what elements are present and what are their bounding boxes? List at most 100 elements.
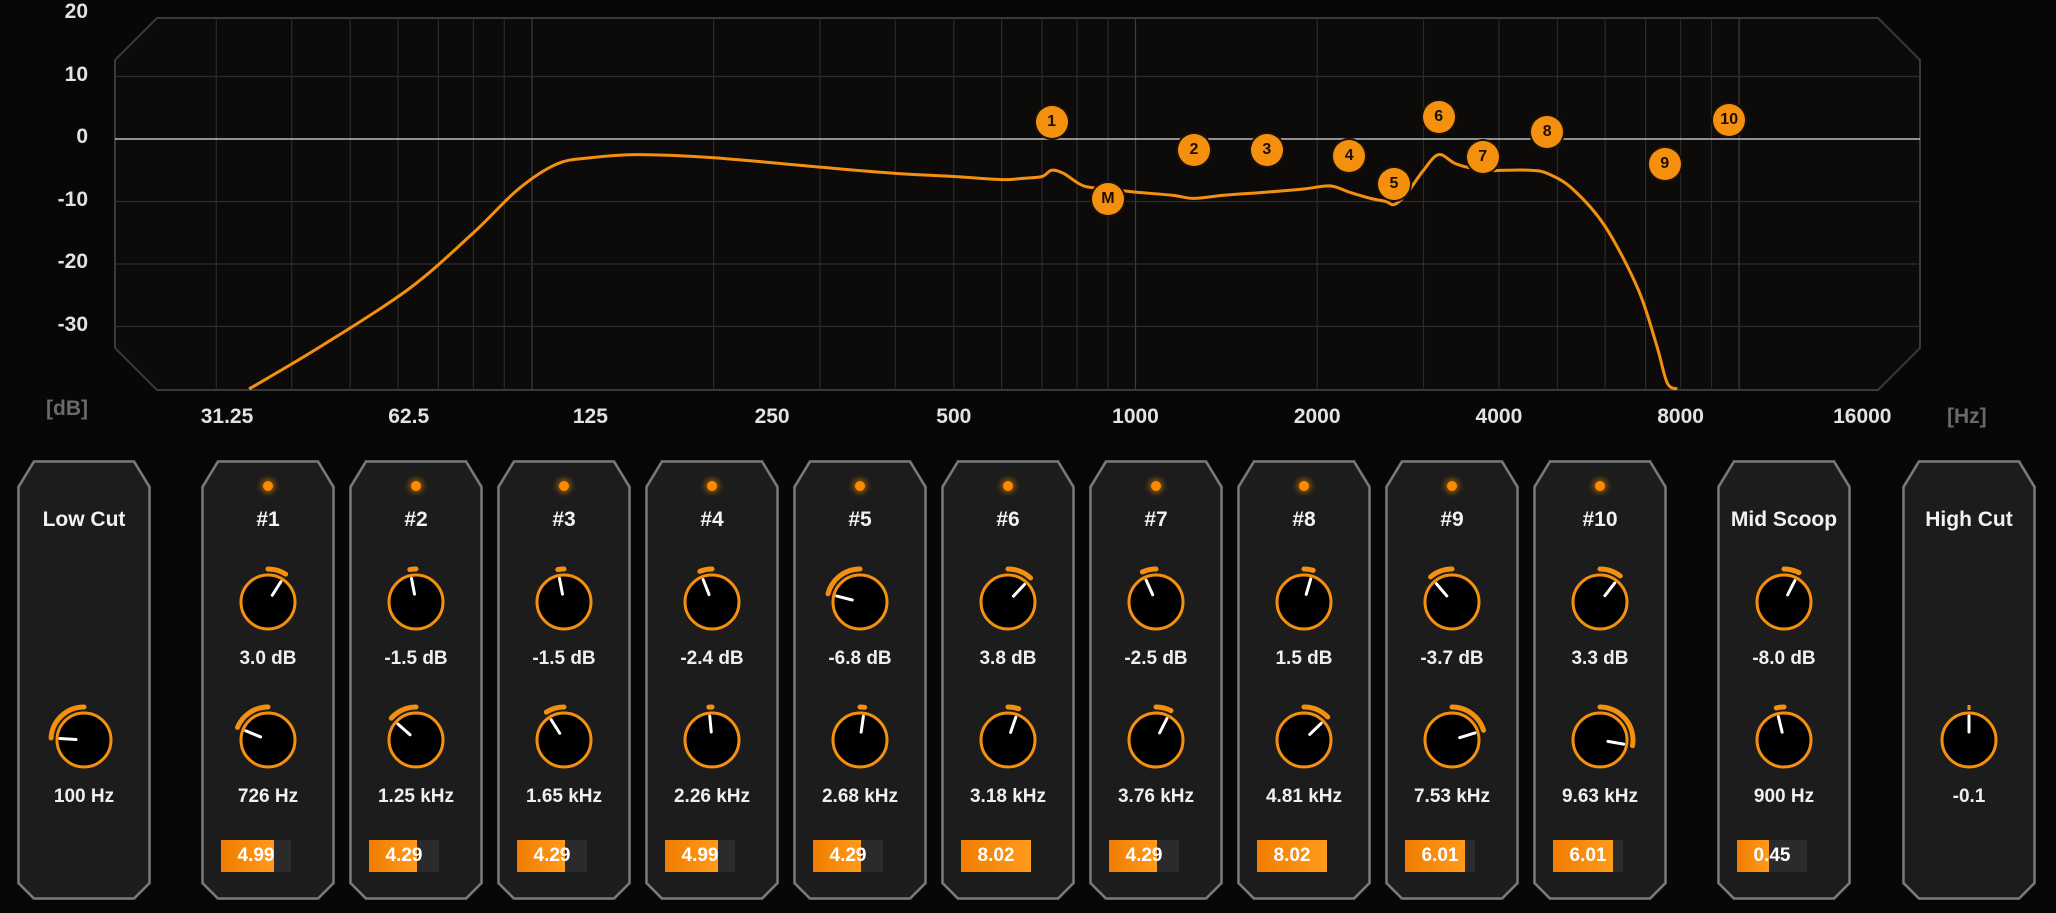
knob-arc <box>1781 566 1802 576</box>
knob-body <box>683 711 741 769</box>
q-value: 4.29 <box>385 845 423 866</box>
frequency-knob[interactable] <box>380 704 452 776</box>
band-active-led[interactable] <box>559 481 569 491</box>
knob-body <box>1755 711 1813 769</box>
band-active-led[interactable] <box>855 481 865 491</box>
frequency-value: 9.63 kHz <box>1561 786 1639 807</box>
x-tick-label: 16000 <box>1833 405 1892 428</box>
frequency-value: 100 Hz <box>53 786 115 807</box>
band-marker-3[interactable]: 3 <box>1250 134 1283 167</box>
band-active-led[interactable] <box>411 481 421 491</box>
band-marker-4[interactable]: 4 <box>1333 140 1366 172</box>
band-marker-6[interactable]: 6 <box>1422 101 1455 134</box>
strip-title: #6 <box>996 508 1020 531</box>
frequency-value: 900 Hz <box>1753 786 1815 807</box>
band-active-led[interactable] <box>1447 481 1457 491</box>
band-active-led[interactable] <box>263 481 273 491</box>
strip-title: High Cut <box>1925 508 2013 531</box>
frequency-value: 7.53 kHz <box>1413 786 1491 807</box>
strip-title: #7 <box>1144 508 1168 531</box>
x-tick-label: 125 <box>572 405 608 428</box>
gain-knob[interactable] <box>528 566 600 638</box>
strip-title: #8 <box>1292 508 1316 531</box>
q-value: 8.02 <box>1273 845 1311 866</box>
knob-body <box>979 573 1037 631</box>
knob-pointer <box>708 714 713 734</box>
knob-body <box>1275 573 1333 631</box>
q-slider[interactable]: 4.29 <box>369 840 439 872</box>
q-slider[interactable]: 4.99 <box>221 840 291 872</box>
band-marker-5[interactable]: 5 <box>1377 167 1410 200</box>
knob-body <box>239 573 297 631</box>
strip-title: #10 <box>1582 508 1618 531</box>
frequency-knob[interactable] <box>1120 704 1192 776</box>
band-active-led[interactable] <box>1003 481 1013 491</box>
frequency-knob[interactable] <box>1564 704 1636 776</box>
q-slider[interactable]: 8.02 <box>961 840 1031 872</box>
knob-body <box>831 711 889 769</box>
gain-value: -2.4 dB <box>680 648 744 669</box>
frequency-value: -0.1 <box>1952 786 1986 807</box>
knob-body <box>1755 573 1813 631</box>
gain-knob[interactable] <box>1416 566 1488 638</box>
band-marker-2[interactable]: 2 <box>1177 134 1210 167</box>
gain-knob[interactable] <box>676 566 748 638</box>
band-active-led[interactable] <box>1151 481 1161 491</box>
band-marker-1[interactable]: 1 <box>1035 106 1068 139</box>
knob-arc <box>1301 566 1316 573</box>
gain-knob[interactable] <box>1120 566 1192 638</box>
frequency-knob[interactable] <box>1416 704 1488 776</box>
band-marker-m[interactable]: M <box>1091 183 1124 215</box>
knob-pointer <box>58 736 78 741</box>
x-tick-label: 8000 <box>1657 405 1704 428</box>
gain-knob[interactable] <box>1564 566 1636 638</box>
low-cut-knob[interactable] <box>48 704 120 776</box>
knob-body <box>1571 573 1629 631</box>
gain-knob[interactable] <box>232 566 304 638</box>
frequency-knob[interactable] <box>1748 704 1820 776</box>
band-marker-9[interactable]: 9 <box>1648 148 1681 181</box>
knob-arc <box>697 566 715 574</box>
band-active-led[interactable] <box>1299 481 1309 491</box>
frequency-knob[interactable] <box>232 704 304 776</box>
gain-knob[interactable] <box>1748 566 1820 638</box>
band-marker-8[interactable]: 8 <box>1531 115 1564 148</box>
frequency-knob[interactable] <box>676 704 748 776</box>
x-unit-label: [Hz] <box>1947 405 1987 428</box>
y-tick-label: -20 <box>57 250 88 273</box>
gain-value: -2.5 dB <box>1124 648 1188 669</box>
q-slider[interactable]: 4.29 <box>813 840 883 872</box>
gain-knob[interactable] <box>972 566 1044 638</box>
band-marker-7[interactable]: 7 <box>1466 140 1499 173</box>
q-slider[interactable]: 8.02 <box>1257 840 1327 872</box>
knob-body <box>1275 711 1333 769</box>
q-slider[interactable]: 6.01 <box>1553 840 1623 872</box>
gain-knob[interactable] <box>824 566 896 638</box>
q-slider[interactable]: 6.01 <box>1405 840 1475 872</box>
frequency-knob[interactable] <box>972 704 1044 776</box>
y-tick-label: 20 <box>64 0 88 23</box>
q-slider[interactable]: 4.29 <box>1109 840 1179 872</box>
q-value: 0.45 <box>1753 845 1791 866</box>
band-active-led[interactable] <box>707 481 717 491</box>
frequency-knob[interactable] <box>824 704 896 776</box>
band-marker-10[interactable]: 10 <box>1713 104 1746 137</box>
frequency-knob[interactable] <box>528 704 600 776</box>
gain-value: -6.8 dB <box>828 648 892 669</box>
strip-title: #3 <box>552 508 576 531</box>
band-active-led[interactable] <box>1595 481 1605 491</box>
high-cut-knob[interactable] <box>1933 704 2005 776</box>
x-tick-label: 1000 <box>1112 405 1159 428</box>
eq-graph[interactable]: [dB] [Hz] 20 10 0 -10 -20 -30 31.25 62.5 125 250… <box>0 0 2056 440</box>
frequency-knob[interactable] <box>1268 704 1340 776</box>
eq-graph-canvas[interactable] <box>0 0 2056 440</box>
strip-title: #1 <box>256 508 280 531</box>
gain-knob[interactable] <box>1268 566 1340 638</box>
x-tick-label: 250 <box>754 405 790 428</box>
gain-knob[interactable] <box>380 566 452 638</box>
q-slider[interactable]: 4.99 <box>665 840 735 872</box>
knob-body <box>1423 573 1481 631</box>
q-value: 6.01 <box>1569 845 1607 866</box>
q-slider[interactable]: 4.29 <box>517 840 587 872</box>
q-slider[interactable]: 0.45 <box>1737 840 1807 872</box>
